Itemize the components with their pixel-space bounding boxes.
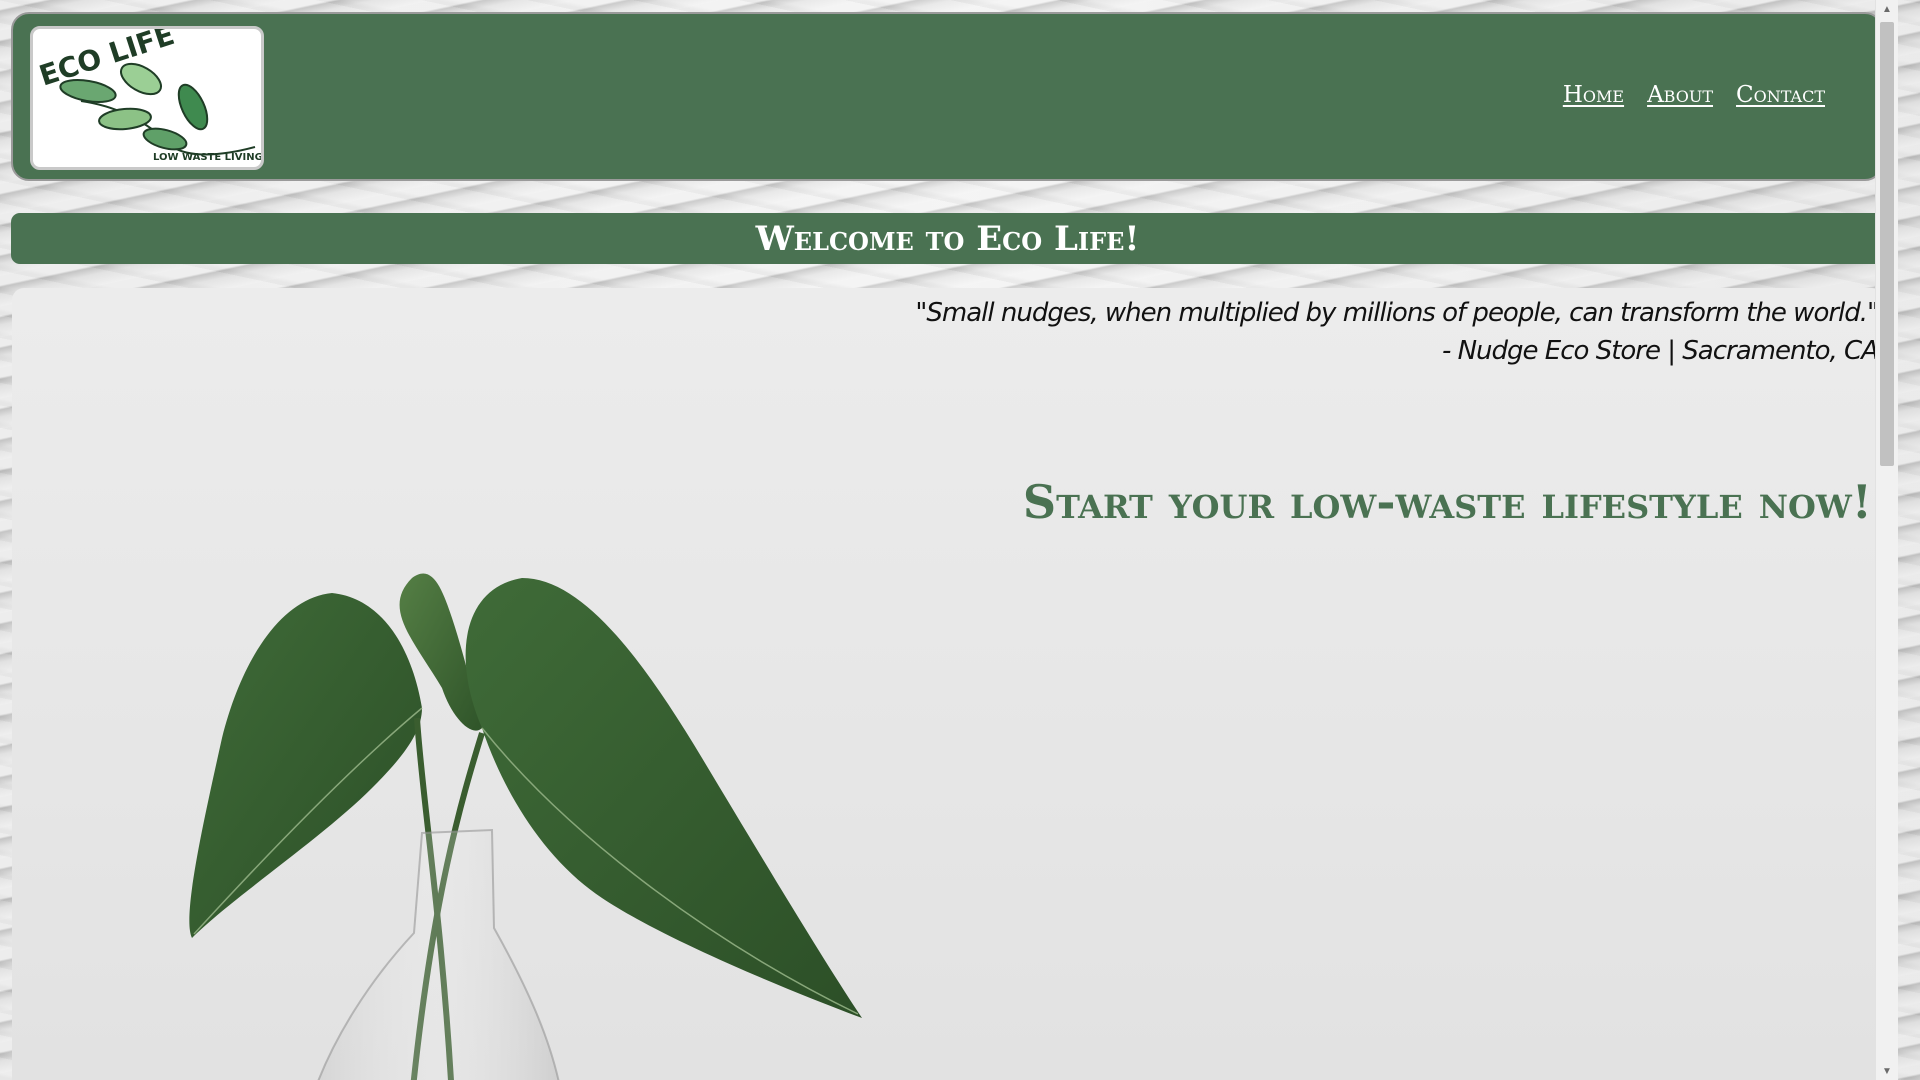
- site-header: ECO LIFE LOW WASTE LIVING Home About Con…: [11, 12, 1883, 181]
- scroll-down-arrow-icon[interactable]: ▼: [1876, 1062, 1898, 1080]
- hero-section: "Small nudges, when multiplied by millio…: [12, 288, 1884, 1080]
- plant-in-vase-image: [189, 573, 862, 1080]
- welcome-banner: Welcome to Eco Life!: [11, 213, 1884, 264]
- nav-link-about[interactable]: About: [1647, 82, 1713, 108]
- page: ECO LIFE LOW WASTE LIVING Home About Con…: [0, 0, 1898, 1080]
- nav-link-contact[interactable]: Contact: [1736, 82, 1825, 108]
- vertical-scrollbar[interactable]: ▲ ▼: [1875, 0, 1898, 1080]
- cta-heading: Start your low-waste lifestyle now!: [1022, 475, 1872, 529]
- nav-link-home[interactable]: Home: [1563, 82, 1624, 108]
- quote-attribution: - Nudge Eco Store | Sacramento, CA: [1441, 336, 1879, 366]
- leaf-logo-graphic: ECO LIFE LOW WASTE LIVING: [35, 29, 261, 163]
- main-nav: Home About Contact: [1563, 82, 1825, 108]
- quote-text: "Small nudges, when multiplied by millio…: [915, 298, 1879, 328]
- scroll-thumb[interactable]: [1880, 22, 1894, 466]
- eco-life-logo[interactable]: ECO LIFE LOW WASTE LIVING: [30, 26, 264, 170]
- logo-tagline: LOW WASTE LIVING: [153, 152, 261, 163]
- scroll-up-arrow-icon[interactable]: ▲: [1876, 0, 1898, 18]
- hero-quote: "Small nudges, when multiplied by millio…: [915, 294, 1879, 370]
- welcome-heading: Welcome to Eco Life!: [755, 218, 1140, 259]
